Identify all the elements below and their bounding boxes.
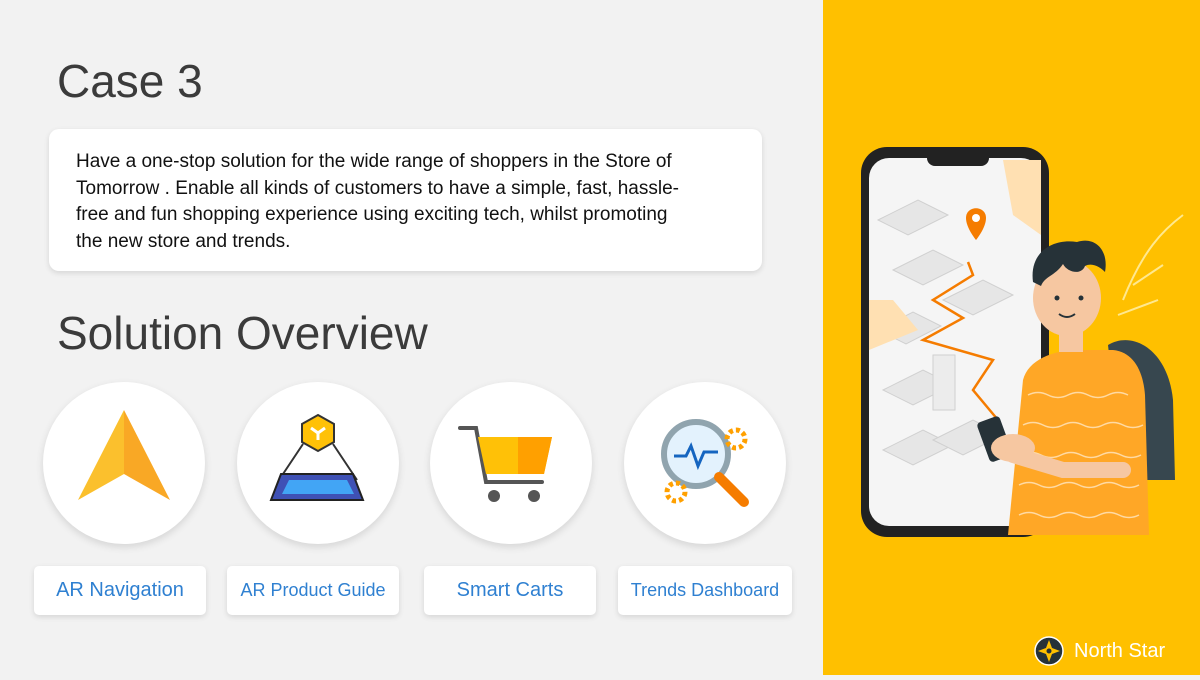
north-star-brand: North Star [1034, 636, 1165, 666]
illustration-panel: North Star [823, 0, 1200, 675]
shopper-phone-illustration [861, 147, 1184, 537]
solution-overview-title: Solution Overview [57, 307, 428, 359]
case-title: Case 3 [57, 55, 203, 107]
description-text: Have a one-stop solution for the wide ra… [76, 151, 679, 252]
smart-carts-circle[interactable] [430, 382, 592, 544]
ar-hologram-icon [269, 413, 365, 501]
navigation-arrow-icon [78, 410, 170, 500]
trends-dashboard-circle[interactable] [624, 382, 786, 544]
content-panel: Case 3 Have a one-stop solution for the … [0, 0, 823, 675]
north-star-compass-icon [1034, 636, 1064, 666]
ar-product-guide-circle[interactable] [237, 382, 399, 544]
ar-navigation-label[interactable]: AR Navigation [34, 566, 206, 615]
shopping-cart-icon [458, 426, 552, 502]
brand-name: North Star [1074, 639, 1166, 662]
analytics-magnifier-icon [661, 419, 749, 507]
description-card: Have a one-stop solution for the wide ra… [49, 129, 762, 271]
ar-product-guide-label[interactable]: AR Product Guide [227, 566, 399, 615]
ar-navigation-circle[interactable] [43, 382, 205, 544]
smart-carts-label[interactable]: Smart Carts [424, 566, 596, 615]
trends-dashboard-label[interactable]: Trends Dashboard [618, 566, 792, 615]
